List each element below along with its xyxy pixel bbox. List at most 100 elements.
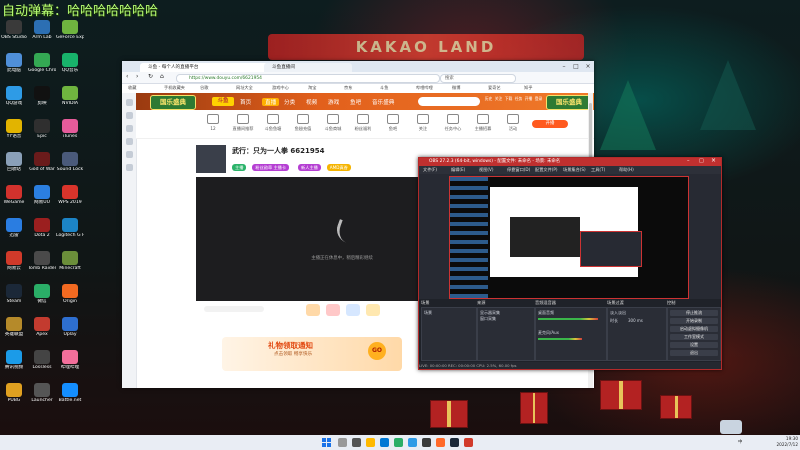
streamer-avatar[interactable]	[196, 145, 226, 173]
obs-control-button[interactable]: 停止推流	[670, 310, 718, 316]
feature-item[interactable]: 斗鱼鱼塘	[258, 114, 288, 132]
wechat-icon[interactable]	[394, 438, 403, 447]
go-button[interactable]: GO	[368, 342, 386, 360]
bookmark-item[interactable]: 京东	[344, 85, 352, 91]
desktop-icon[interactable]: 哔哩哔哩	[56, 350, 84, 380]
desktop-icon[interactable]: Origin	[56, 284, 84, 314]
desktop-icon[interactable]: Lossless	[28, 350, 56, 380]
close-icon[interactable]: ×	[582, 61, 594, 72]
room-tag[interactable]: AMD真香	[326, 164, 351, 171]
nav-item[interactable]: 游戏	[328, 98, 339, 106]
forward-icon[interactable]: ›	[136, 73, 138, 80]
feature-item[interactable]: 关注	[408, 114, 438, 132]
obs-window[interactable]: OBS 27.2.3 (64-bit, windows) - 配置文件: 未命名…	[418, 157, 722, 370]
desktop-icon[interactable]: Uplay	[56, 317, 84, 347]
desktop-icon[interactable]: OBS Studio	[0, 20, 28, 50]
mixer-dock[interactable]: 桌面音频 麦克风/Aux	[535, 307, 607, 361]
system-clock[interactable]: 19:30 2022/7/12	[768, 436, 798, 448]
desktop-icon[interactable]: 回收站	[0, 152, 28, 182]
desktop-icon[interactable]: Arm Lab	[28, 20, 56, 50]
feature-item[interactable]: 主播招募	[468, 114, 498, 132]
bookmark-item[interactable]: 收藏	[128, 85, 136, 91]
nav-action-icon[interactable]: 关注	[494, 96, 503, 102]
desktop-icon[interactable]: Tomb Raider	[28, 251, 56, 281]
bookmark-item[interactable]: 爱奇艺	[488, 85, 501, 91]
bookmark-item[interactable]: 手机收藏夹	[164, 85, 185, 91]
desktop-icon[interactable]: QQ游戏	[0, 86, 28, 116]
feature-item[interactable]: 鱼翅充值	[288, 114, 318, 132]
desktop-icon[interactable]: 微信	[28, 284, 56, 314]
nav-action-icon[interactable]: 下载	[504, 96, 513, 102]
nav-item[interactable]: 鱼吧	[350, 98, 361, 106]
home-icon[interactable]: ⌂	[160, 73, 164, 80]
duration-input[interactable]: 300 ms	[628, 318, 643, 323]
obs-menu-item[interactable]: 编辑(E)	[451, 166, 465, 174]
bookmark-item[interactable]: 谷歌	[200, 85, 208, 91]
desktop-icon[interactable]: Dota 2	[28, 218, 56, 248]
desktop-icon[interactable]: WeGame	[0, 185, 28, 215]
scenes-dock[interactable]: 场景	[421, 307, 477, 361]
obs-icon[interactable]	[422, 438, 431, 447]
close-icon[interactable]: ×	[711, 158, 716, 164]
nav-action-icon[interactable]: 历史	[484, 96, 493, 102]
obs-control-button[interactable]: 设置	[670, 342, 718, 348]
desktop-icon[interactable]: Minecraft	[56, 251, 84, 281]
gift-icon[interactable]	[366, 304, 380, 316]
browser-tab[interactable]: 斗鱼直播间	[264, 63, 352, 72]
maximize-icon[interactable]: □	[699, 158, 704, 164]
desktop-icon[interactable]: Battle.net	[56, 383, 84, 413]
feature-item[interactable]: 活动	[498, 114, 528, 132]
file-explorer-icon[interactable]	[366, 438, 375, 447]
scene-item[interactable]: 场景	[424, 310, 432, 316]
obs-control-button[interactable]: 开始录制	[670, 318, 718, 324]
feature-item[interactable]: 斗鱼商城	[318, 114, 348, 132]
desktop-icon[interactable]: God of War	[28, 152, 56, 182]
volume-meter[interactable]	[538, 338, 582, 340]
gift-notice-banner[interactable]: 礼物领取通知 点击领取 畅享快乐 GO	[222, 337, 402, 371]
browser-tab[interactable]: 斗鱼 - 每个人的直播平台	[140, 63, 268, 72]
obs-menu-item[interactable]: 帮助(H)	[619, 166, 634, 174]
gift-slot[interactable]	[204, 306, 264, 312]
desktop-icon[interactable]: GeForce Experience	[56, 20, 84, 50]
desktop-icon[interactable]: 此电脑	[0, 53, 28, 83]
refresh-icon[interactable]: ↻	[148, 73, 153, 80]
obs-control-button[interactable]: 退出	[670, 350, 718, 356]
url-field[interactable]: https://www.douyu.com/6621954	[176, 74, 440, 83]
desktop-icon[interactable]: QQ音乐	[56, 53, 84, 83]
bookmark-item[interactable]: 网址大全	[236, 85, 253, 91]
search-input[interactable]: 搜索	[440, 74, 516, 83]
desktop-icon[interactable]: PUBG	[0, 383, 28, 413]
feature-item[interactable]: 12	[198, 114, 228, 131]
nav-item[interactable]: 分类	[284, 98, 295, 106]
sources-dock[interactable]: 显示器采集 窗口采集	[477, 307, 535, 361]
steam-icon[interactable]	[450, 438, 459, 447]
sidebar-icon[interactable]	[125, 164, 133, 171]
windows-start-icon[interactable]	[322, 438, 331, 447]
edge-icon[interactable]	[380, 438, 389, 447]
obs-preview[interactable]	[449, 176, 689, 299]
desktop-icon[interactable]: NVIDIA	[56, 86, 84, 116]
obs-menu-item[interactable]: 文件(F)	[423, 166, 437, 174]
bookmark-item[interactable]: 知乎	[524, 85, 532, 91]
desktop-icon[interactable]: 腾讯视频	[0, 350, 28, 380]
nav-item[interactable]: 首页	[240, 98, 251, 106]
site-search-input[interactable]	[418, 97, 480, 106]
obs-control-button[interactable]: 启动虚拟摄像机	[670, 326, 718, 332]
desktop-icon[interactable]: Apex	[28, 317, 56, 347]
volume-meter[interactable]	[538, 318, 598, 320]
nav-item[interactable]: 视频	[306, 98, 317, 106]
nav-item[interactable]: 音乐盛典	[372, 98, 394, 106]
bookmark-item[interactable]: 斗鱼	[380, 85, 388, 91]
desktop-icon[interactable]: WPS 2019	[56, 185, 84, 215]
obs-menu-item[interactable]: 工具(T)	[591, 166, 605, 174]
go-live-button[interactable]: 开播	[532, 120, 568, 128]
desktop-icon[interactable]: Epic	[28, 119, 56, 149]
sidebar-icon[interactable]	[125, 138, 133, 145]
input-method-indicator[interactable]: 中	[738, 439, 742, 445]
obs-control-button[interactable]: 工作室模式	[670, 334, 718, 340]
gift-icon[interactable]	[306, 304, 320, 316]
bookmark-item[interactable]: 哔哩哔哩	[416, 85, 433, 91]
desktop-icon[interactable]: 剪映	[28, 86, 56, 116]
nav-action-icon[interactable]: 登录	[534, 96, 543, 102]
nav-action-icon[interactable]: 任务	[514, 96, 523, 102]
